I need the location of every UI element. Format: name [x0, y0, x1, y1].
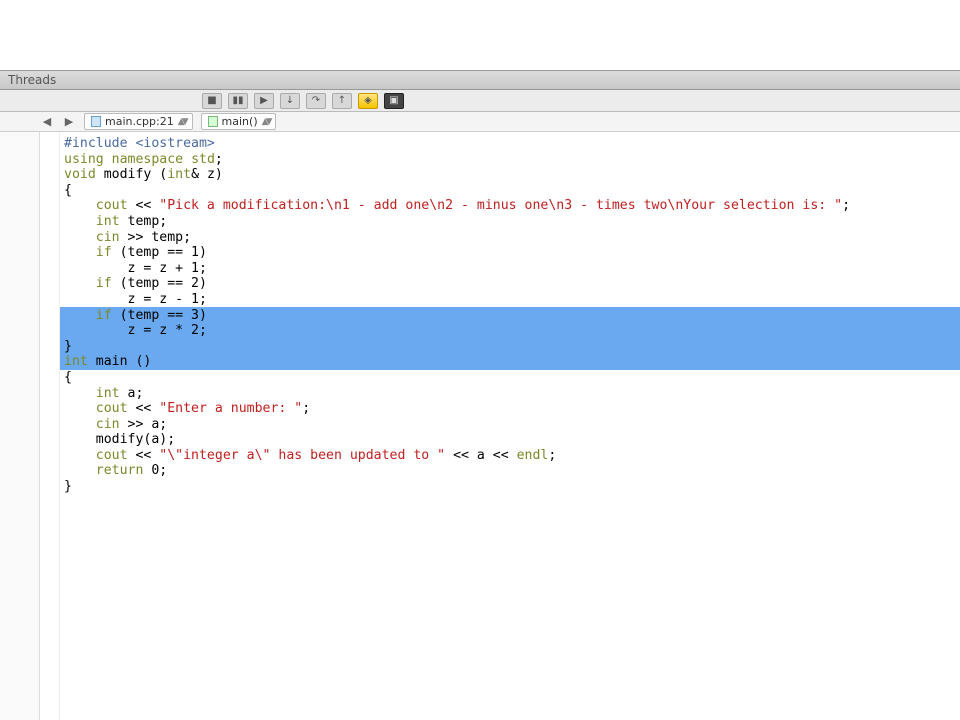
stop-button[interactable]: ■: [202, 93, 222, 109]
tab-file[interactable]: main.cpp:21 ▲▼: [84, 113, 193, 130]
debug-toolbar: ■ ▮▮ ▶ ↓ ↷ ↑ ◈ ▣: [0, 90, 960, 112]
chevron-right-icon: ▶: [65, 115, 73, 128]
editor-area: #include <iostream>using namespace std;v…: [0, 132, 960, 720]
panel-icon: ▣: [389, 95, 398, 106]
tab-stepper-icon: ▲▼: [178, 117, 186, 127]
titlebar: Threads: [0, 70, 960, 90]
tab-file-label: main.cpp:21: [105, 115, 174, 128]
panel-button[interactable]: ▣: [384, 93, 404, 109]
ide-window: Threads ■ ▮▮ ▶ ↓ ↷ ↑ ◈ ▣ ◀ ▶ main.cpp:21…: [0, 0, 960, 720]
fold-gutter[interactable]: [40, 132, 60, 720]
play-icon: ▶: [260, 95, 268, 106]
code-content: #include <iostream>using namespace std;v…: [60, 136, 960, 495]
pause-button[interactable]: ▮▮: [228, 93, 248, 109]
stop-icon: ■: [207, 95, 216, 106]
editor-tabbar: ◀ ▶ main.cpp:21 ▲▼ main() ▲▼: [0, 112, 960, 132]
breakpoints-icon: ◈: [364, 95, 372, 106]
code-editor[interactable]: #include <iostream>using namespace std;v…: [60, 132, 960, 720]
pause-icon: ▮▮: [232, 95, 243, 106]
nav-forward-button[interactable]: ▶: [62, 115, 76, 128]
chevron-left-icon: ◀: [43, 115, 51, 128]
tab-function[interactable]: main() ▲▼: [201, 113, 277, 130]
nav-back-button[interactable]: ◀: [40, 115, 54, 128]
function-icon: [208, 116, 218, 127]
tab-function-label: main(): [222, 115, 258, 128]
titlebar-label: Threads: [8, 73, 56, 87]
play-button[interactable]: ▶: [254, 93, 274, 109]
step-in-icon: ↓: [286, 95, 294, 106]
breakpoints-button[interactable]: ◈: [358, 93, 378, 109]
step-over-icon: ↷: [312, 95, 320, 106]
top-blank: [0, 0, 960, 70]
document-icon: [91, 116, 101, 127]
step-in-button[interactable]: ↓: [280, 93, 300, 109]
step-out-icon: ↑: [338, 95, 346, 106]
step-over-button[interactable]: ↷: [306, 93, 326, 109]
step-out-button[interactable]: ↑: [332, 93, 352, 109]
tab-stepper-icon: ▲▼: [262, 117, 270, 127]
gutter[interactable]: [0, 132, 40, 720]
